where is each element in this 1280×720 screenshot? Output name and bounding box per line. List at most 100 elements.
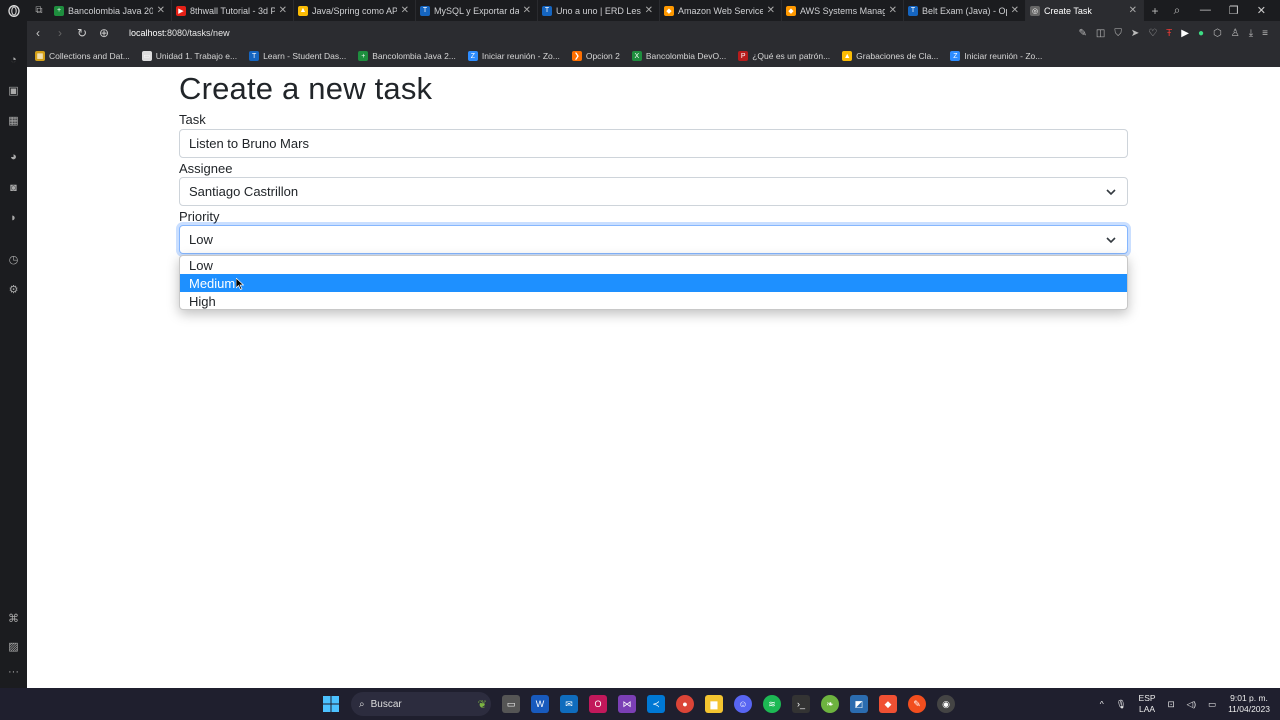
instagram-icon[interactable]: ◙	[0, 182, 27, 194]
cube-icon[interactable]: ⬡	[1213, 28, 1222, 39]
bookmark-label: Bancolombia DevO...	[645, 51, 727, 61]
clock[interactable]: 9:01 p. m. 11/04/2023	[1228, 693, 1270, 715]
tab-label: Bancolombia Java 2023	[68, 5, 153, 16]
priority-option-low[interactable]: Low	[180, 256, 1127, 274]
gallery-icon[interactable]: ▨	[0, 640, 27, 653]
close-window-icon[interactable]: ✕	[1257, 4, 1266, 17]
taskbar-search-box[interactable]: ⌕ Buscar ❦	[351, 692, 491, 716]
opera-logo-icon[interactable]	[0, 0, 28, 21]
tab-active[interactable]: ◎ Create Task ✕	[1026, 0, 1144, 21]
workspace-icon[interactable]: ▣	[0, 84, 27, 97]
tab-close-icon[interactable]: ✕	[279, 5, 287, 16]
opera-taskbar-icon[interactable]: O	[589, 695, 607, 713]
microphone-icon[interactable]: 🎙	[1116, 699, 1127, 710]
settings-gear-icon[interactable]: ⚙	[0, 283, 27, 296]
tab[interactable]: T MySQL y Exportar datos ✕	[416, 0, 538, 21]
bookmark-item[interactable]: ▦ Collections and Dat...	[35, 51, 130, 61]
task-input[interactable]: Listen to Bruno Mars	[179, 129, 1128, 158]
back-icon[interactable]: ‹	[27, 26, 49, 40]
minimize-icon[interactable]: —	[1200, 4, 1211, 17]
url-field[interactable]: localhost:8080/tasks/new	[129, 28, 230, 38]
priority-select[interactable]: Low	[179, 225, 1128, 254]
file-explorer-icon[interactable]: ▆	[705, 695, 723, 713]
menu-icon[interactable]: ≡	[1262, 28, 1268, 39]
page-title: Create a new task	[179, 71, 433, 106]
git-icon[interactable]: ◆	[879, 695, 897, 713]
mail-icon[interactable]: ✉	[560, 695, 578, 713]
tabs-container: + Bancolombia Java 2023 ✕ ▶ 8thwall Tutorial…	[50, 0, 1144, 21]
tray-chevron-icon[interactable]: ^	[1100, 699, 1104, 709]
tab[interactable]: ▲ Java/Spring como API R ✕	[294, 0, 416, 21]
profile-icon[interactable]: ♙	[1231, 28, 1240, 39]
bookmark-label: Bancolombia Java 2...	[372, 51, 456, 61]
download-icon[interactable]: ⤓	[1249, 28, 1253, 39]
history-icon[interactable]: ◷	[0, 253, 27, 266]
tab-close-icon[interactable]: ✕	[1011, 5, 1019, 16]
task-view-icon[interactable]: ▭	[502, 695, 520, 713]
more-icon[interactable]: ···	[0, 666, 27, 678]
tab-close-icon[interactable]: ✕	[1129, 5, 1137, 16]
restore-icon[interactable]: ❐	[1229, 4, 1239, 17]
bookmark-item[interactable]: + Bancolombia Java 2...	[358, 51, 456, 61]
snapshot-icon[interactable]: ◫	[1096, 28, 1105, 39]
tab[interactable]: ◆ AWS Systems Manager C ✕	[782, 0, 904, 21]
tab-close-icon[interactable]: ✕	[401, 5, 409, 16]
tab[interactable]: T Belt Exam (Java) - Opció ✕	[904, 0, 1026, 21]
chrome-icon[interactable]: ●	[676, 695, 694, 713]
bookmark-favicon-icon: X	[631, 51, 642, 61]
discord-icon[interactable]: ☺	[734, 695, 752, 713]
tab-close-icon[interactable]: ✕	[157, 5, 165, 16]
priority-option-high[interactable]: High	[180, 292, 1127, 309]
word-icon[interactable]: W	[531, 695, 549, 713]
volume-icon[interactable]: ◁)	[1187, 699, 1196, 710]
tab[interactable]: ◆ Amazon Web Services S ✕	[660, 0, 782, 21]
heart-icon[interactable]: ♡	[1148, 28, 1157, 39]
tab-close-icon[interactable]: ✕	[889, 5, 897, 16]
bookmark-item[interactable]: ❯ Opcion 2	[571, 51, 620, 61]
edit-icon[interactable]: ✎	[1078, 28, 1086, 39]
tab[interactable]: + Bancolombia Java 2023 ✕	[50, 0, 172, 21]
site-info-icon[interactable]: ⊕	[93, 26, 115, 40]
obs-icon[interactable]: ◉	[937, 695, 955, 713]
tab-close-icon[interactable]: ✕	[523, 5, 531, 16]
postman-icon[interactable]: ✎	[908, 695, 926, 713]
windows-start-icon[interactable]	[322, 695, 340, 713]
visual-studio-icon[interactable]: ⋈	[618, 695, 636, 713]
tab-menu-icon[interactable]: ⧉	[28, 5, 50, 16]
ext-green-icon[interactable]: ●	[1198, 28, 1204, 39]
tab-search-icon[interactable]: ⌕	[1166, 3, 1188, 18]
bookmark-item[interactable]: Z Iniciar reunión - Zo...	[950, 51, 1042, 61]
speed-dial-icon[interactable]: ◔	[0, 54, 27, 66]
spotify-icon[interactable]: ≋	[763, 695, 781, 713]
tab[interactable]: ▶ 8thwall Tutorial - 3d Por ✕	[172, 0, 294, 21]
new-tab-icon[interactable]: +	[1144, 4, 1166, 18]
priority-option-medium[interactable]: Medium	[180, 274, 1127, 292]
terminal-icon[interactable]: ›_	[792, 695, 810, 713]
shield-icon[interactable]: ⛉	[1114, 28, 1122, 39]
send-icon[interactable]: ➤	[1131, 28, 1139, 39]
bookmark-item[interactable]: P ¿Qué es un patrón...	[738, 51, 830, 61]
language-indicator[interactable]: ESP LAA	[1139, 693, 1156, 715]
bookmark-item[interactable]: ▭ Unidad 1. Trabajo e...	[141, 51, 237, 61]
tab-close-icon[interactable]: ✕	[645, 5, 653, 16]
ai-icon[interactable]: ⌘	[0, 612, 27, 625]
bookmark-item[interactable]: Z Iniciar reunión - Zo...	[467, 51, 560, 61]
bookmark-item[interactable]: T Learn - Student Das...	[249, 51, 346, 61]
tab[interactable]: T Uno a uno | ERD Lessons ✕	[538, 0, 660, 21]
bookmark-item[interactable]: X Bancolombia DevO...	[631, 51, 727, 61]
tab-close-icon[interactable]: ✕	[767, 5, 775, 16]
twitter-icon[interactable]: ◗	[0, 212, 27, 224]
messenger-icon[interactable]: ◕	[0, 151, 27, 163]
ext-red-icon[interactable]: Ŧ	[1166, 28, 1172, 39]
assignee-select[interactable]: Santiago Castrillon	[179, 177, 1128, 206]
bookmark-item[interactable]: ▲ Grabaciones de Cla...	[842, 51, 938, 61]
extensions-icon[interactable]: ▦	[0, 114, 27, 127]
network-icon[interactable]: ⊡	[1168, 699, 1175, 710]
battery-icon[interactable]: ▭	[1208, 699, 1216, 710]
forward-icon[interactable]: ›	[49, 26, 71, 40]
mysql-workbench-icon[interactable]: ◩	[850, 695, 868, 713]
spring-tools-icon[interactable]: ❧	[821, 695, 839, 713]
play-icon[interactable]: ▶	[1181, 28, 1189, 39]
reload-icon[interactable]: ↻	[71, 26, 93, 40]
vscode-icon[interactable]: ≺	[647, 695, 665, 713]
